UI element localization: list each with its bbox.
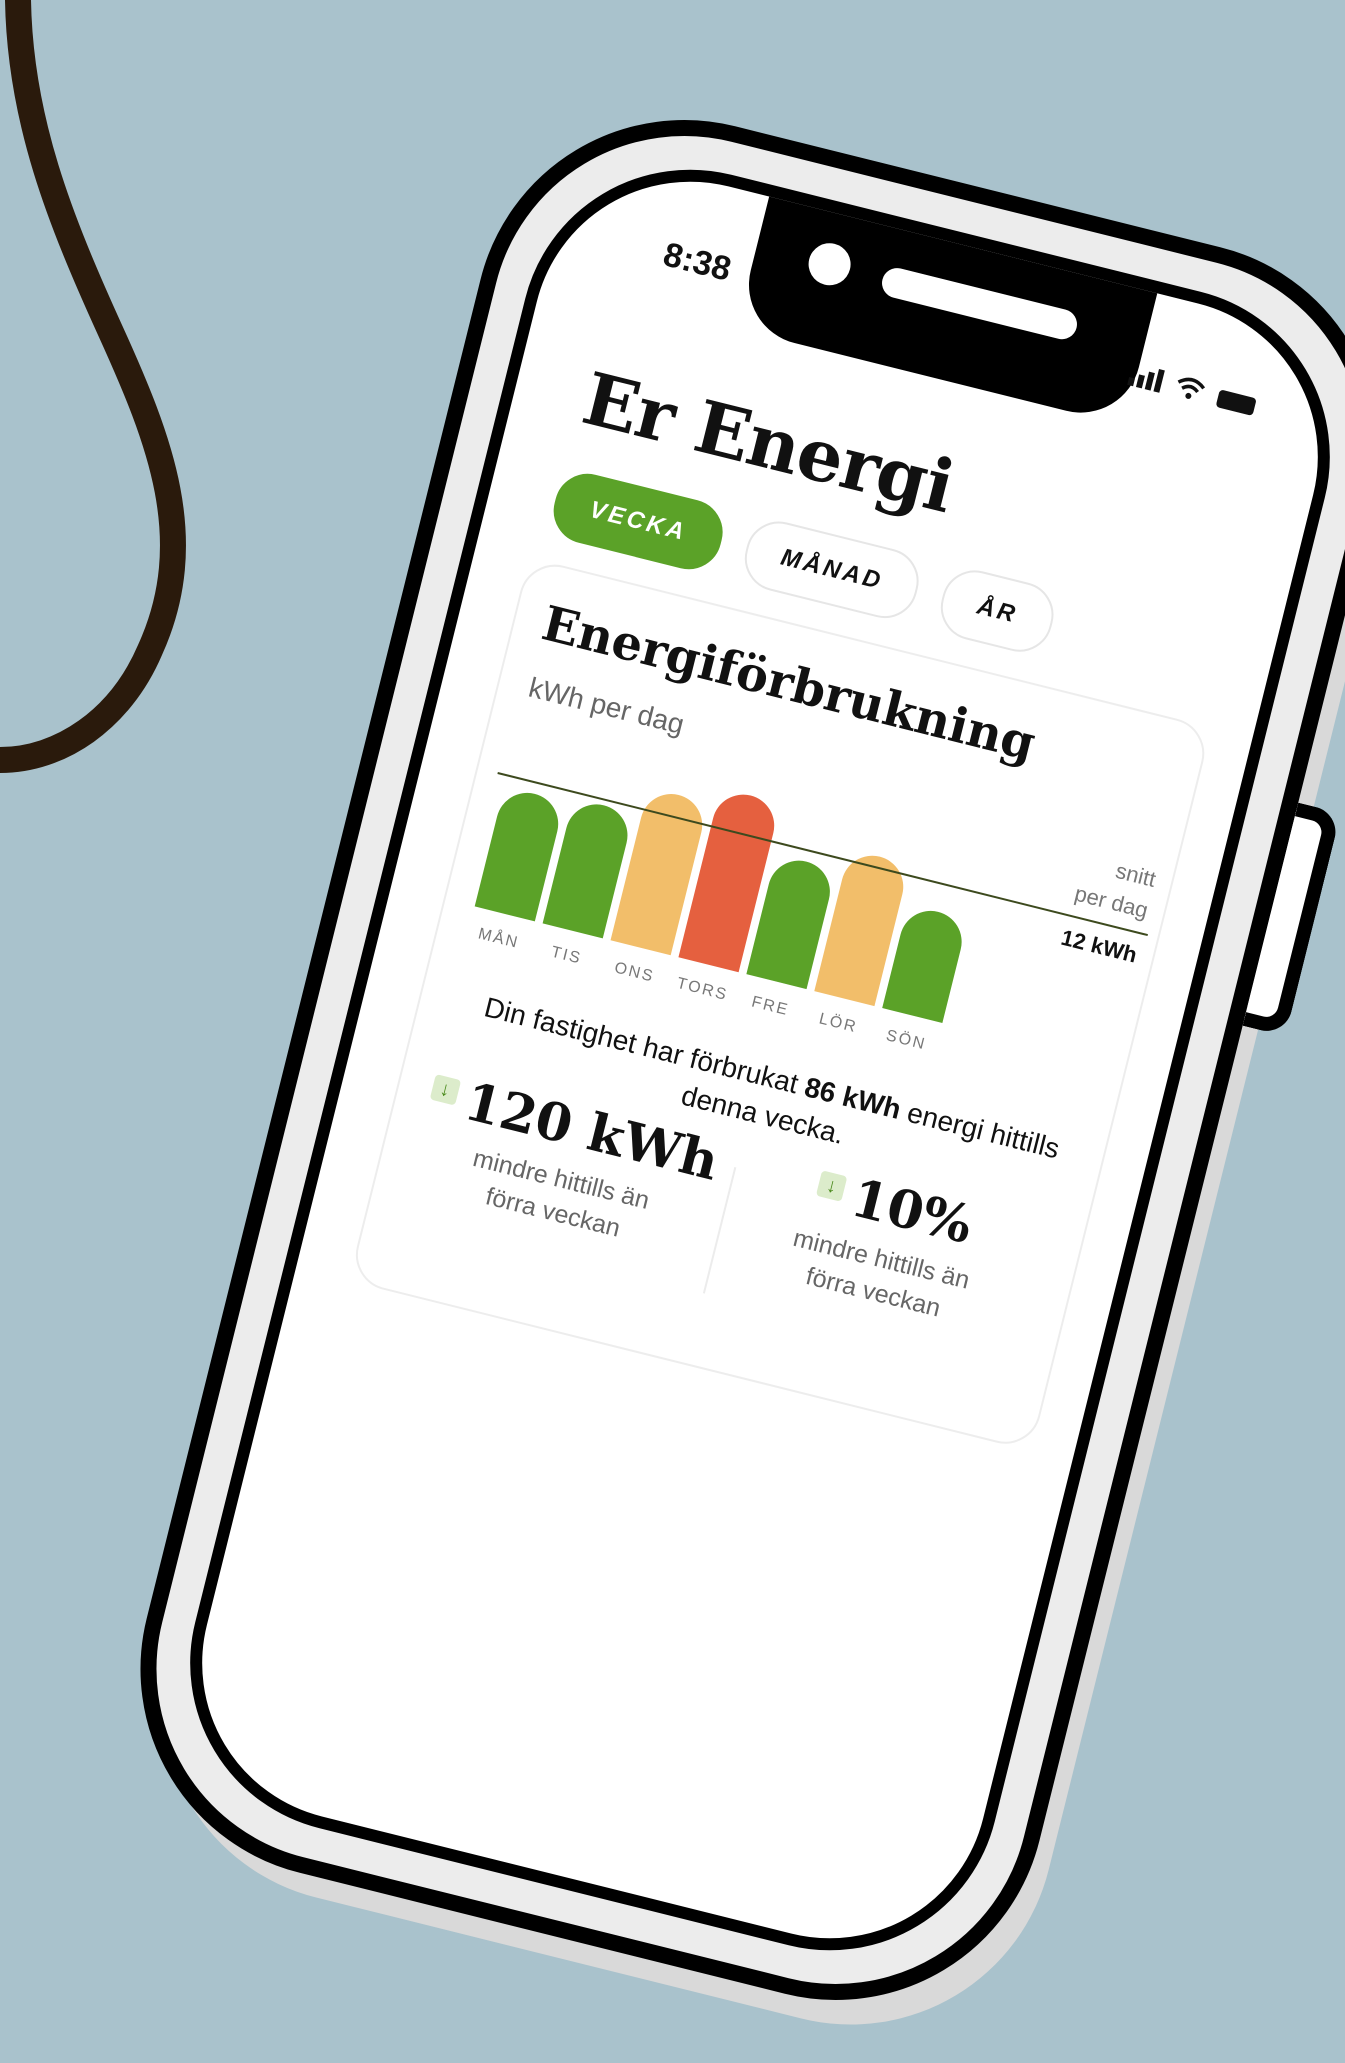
average-value-label: 12 kWh (1059, 925, 1140, 968)
energy-card: Energiförbrukning kWh per dag MÅN TIS ONS T… (348, 557, 1212, 1452)
battery-icon (1215, 389, 1257, 416)
arrow-down-icon: ↓ (815, 1170, 848, 1202)
camera-icon (804, 238, 856, 290)
wifi-icon (1177, 377, 1206, 399)
phone-mockup: 8:38 Er Energi VECKA MÅNAD ÅR Energiförb… (95, 75, 1345, 2045)
tab-vecka[interactable]: VECKA (546, 466, 730, 577)
arrow-down-icon: ↓ (429, 1073, 461, 1106)
chart-tick-label: FRE (750, 994, 791, 1020)
chart-tick-label: TORS (675, 975, 730, 1004)
chart-tick-label: SÖN (884, 1026, 928, 1053)
tab-ar[interactable]: ÅR (934, 563, 1061, 659)
signal-icon (1127, 362, 1165, 393)
chart-tick-label: ONS (613, 959, 657, 985)
chart-tick-label: TIS (549, 944, 583, 968)
tab-manad[interactable]: MÅNAD (737, 514, 926, 626)
speaker-icon (878, 264, 1081, 343)
average-label-line1: snitt (1113, 858, 1158, 892)
status-time: 8:38 (659, 235, 735, 289)
cable-decoration (0, 0, 186, 773)
chart-tick-label: MÅN (476, 923, 521, 951)
status-icons (1127, 356, 1259, 416)
chart-tick-label: LÖR (817, 1009, 859, 1036)
